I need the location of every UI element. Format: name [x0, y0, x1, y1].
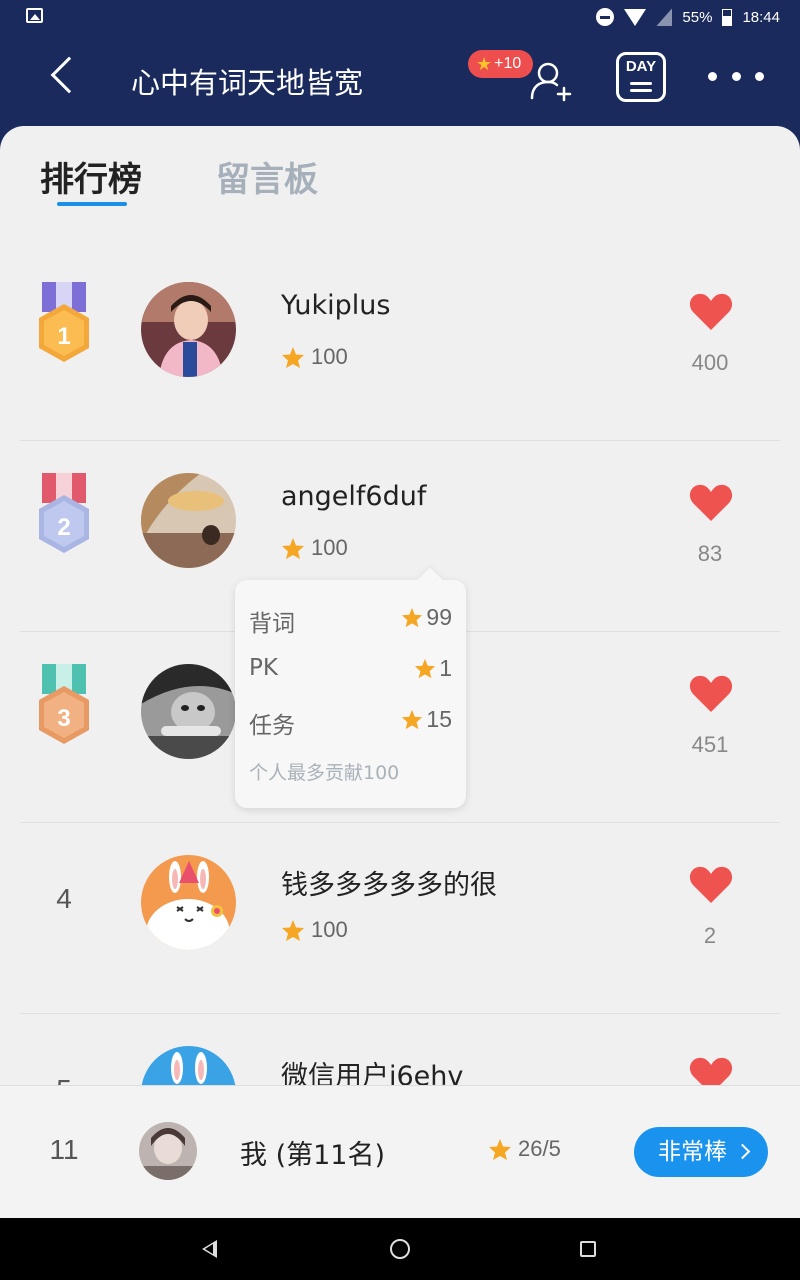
heart-icon[interactable]	[689, 483, 733, 523]
star-icon	[282, 346, 304, 368]
popover-value: 15	[401, 706, 452, 733]
star-icon	[489, 1138, 511, 1160]
star-icon	[402, 607, 423, 628]
user-name: angelf6duf	[281, 481, 427, 512]
like-count: 400	[691, 350, 729, 375]
svg-text:3: 3	[57, 705, 70, 732]
avatar[interactable]	[141, 664, 236, 759]
status-bar: 55% 18:44	[0, 0, 800, 34]
rank-number: 4	[56, 883, 72, 914]
cheer-button[interactable]: 非常棒	[634, 1127, 768, 1177]
status-icons: 55% 18:44	[596, 6, 780, 28]
avatar[interactable]	[141, 855, 236, 950]
avatar[interactable]	[141, 1046, 236, 1086]
system-nav-bar	[0, 1218, 800, 1280]
popover-note: 个人最多贡献100	[249, 762, 400, 784]
leaderboard-row[interactable]: 4 钱多多多多多的很 100 2	[0, 823, 800, 1014]
daily-button[interactable]: DAY	[616, 52, 666, 102]
wifi-icon	[624, 8, 647, 26]
popover-row: 背词 99	[249, 604, 452, 637]
popover-value-text: 15	[426, 706, 452, 732]
my-avatar[interactable]	[139, 1122, 197, 1180]
avatar[interactable]	[141, 282, 236, 377]
chevron-right-icon	[734, 1143, 751, 1160]
more-menu-icon[interactable]	[708, 72, 764, 84]
day-line-icon	[630, 89, 652, 92]
heart-icon[interactable]	[689, 674, 733, 714]
star-icon	[402, 709, 423, 730]
tab-message-board[interactable]: 留言板	[216, 152, 318, 201]
gold-medal-icon: 1	[39, 282, 89, 362]
my-score-value: 26/5	[518, 1136, 561, 1161]
score: 100	[281, 917, 348, 943]
do-not-disturb-icon	[596, 8, 615, 26]
bronze-medal-icon: 3	[39, 664, 89, 744]
popover-value: 99	[401, 604, 452, 631]
star-icon	[282, 537, 304, 559]
my-rank-bar: 11 我 (第11名) 26/5 非常棒	[0, 1085, 800, 1218]
silver-medal-icon: 2	[39, 473, 89, 553]
svg-text:1: 1	[57, 323, 70, 350]
no-sim-icon	[656, 8, 673, 26]
nav-back-icon[interactable]	[202, 1240, 217, 1258]
score: 100	[281, 344, 348, 370]
avatar[interactable]	[141, 473, 236, 568]
user-name: 钱多多多多多的很	[281, 870, 497, 901]
star-icon	[415, 658, 436, 679]
like-count: 451	[691, 732, 729, 757]
user-name: 微信用户j6ehv	[281, 1061, 464, 1086]
score: 100	[281, 535, 348, 561]
day-label: DAY	[625, 58, 657, 75]
heart-icon[interactable]	[689, 292, 733, 332]
score-value: 100	[311, 344, 348, 369]
day-line-icon	[630, 82, 652, 85]
clock: 18:44	[742, 8, 780, 26]
battery-icon	[722, 8, 733, 26]
nav-home-icon[interactable]	[390, 1239, 410, 1259]
gallery-notification-icon	[26, 8, 43, 23]
user-name: Yukiplus	[281, 290, 391, 321]
back-arrow-icon[interactable]	[50, 56, 88, 94]
heart-icon[interactable]	[689, 1056, 733, 1086]
like-count: 2	[703, 923, 717, 948]
popover-row: 任务 15	[249, 706, 452, 739]
add-friend-icon[interactable]	[526, 56, 574, 104]
popover-value: 1	[414, 655, 452, 682]
score-breakdown-popover: 背词 99 PK 1 任务 15 个人最多贡献100	[235, 580, 466, 808]
leaderboard-row[interactable]: 5 微信用户j6ehv	[0, 1014, 800, 1086]
like-count: 83	[697, 541, 723, 566]
reward-badge-label: +10	[494, 55, 522, 72]
nav-recents-icon[interactable]	[580, 1241, 596, 1257]
star-icon: ★	[476, 54, 493, 74]
score-value: 100	[311, 917, 348, 942]
app-bar: 心中有词天地皆宽 ★ +10 DAY	[0, 34, 800, 126]
my-name: 我 (第11名)	[240, 1140, 386, 1171]
page-title: 心中有词天地皆宽	[131, 66, 364, 100]
my-score: 26/5	[488, 1136, 561, 1162]
reward-badge: ★ +10	[468, 50, 534, 78]
score-value: 100	[311, 535, 348, 560]
my-rank-number: 11	[49, 1134, 79, 1165]
popover-label: PK	[249, 655, 278, 681]
tab-bar: 排行榜 留言板	[0, 126, 800, 216]
popover-value-text: 99	[426, 604, 452, 630]
leaderboard-row[interactable]: 1 Yukiplus 100 400	[0, 250, 800, 441]
tab-leaderboard[interactable]: 排行榜	[40, 152, 142, 201]
star-icon	[282, 919, 304, 941]
active-tab-indicator	[57, 202, 127, 206]
popover-label: 任务	[249, 713, 295, 739]
heart-icon[interactable]	[689, 865, 733, 905]
popover-label: 背词	[249, 611, 295, 637]
popover-row: PK 1	[249, 655, 452, 685]
popover-value-text: 1	[439, 655, 452, 681]
svg-text:2: 2	[57, 514, 70, 541]
cheer-button-label: 非常棒	[658, 1139, 727, 1165]
battery-percent: 55%	[682, 8, 713, 26]
